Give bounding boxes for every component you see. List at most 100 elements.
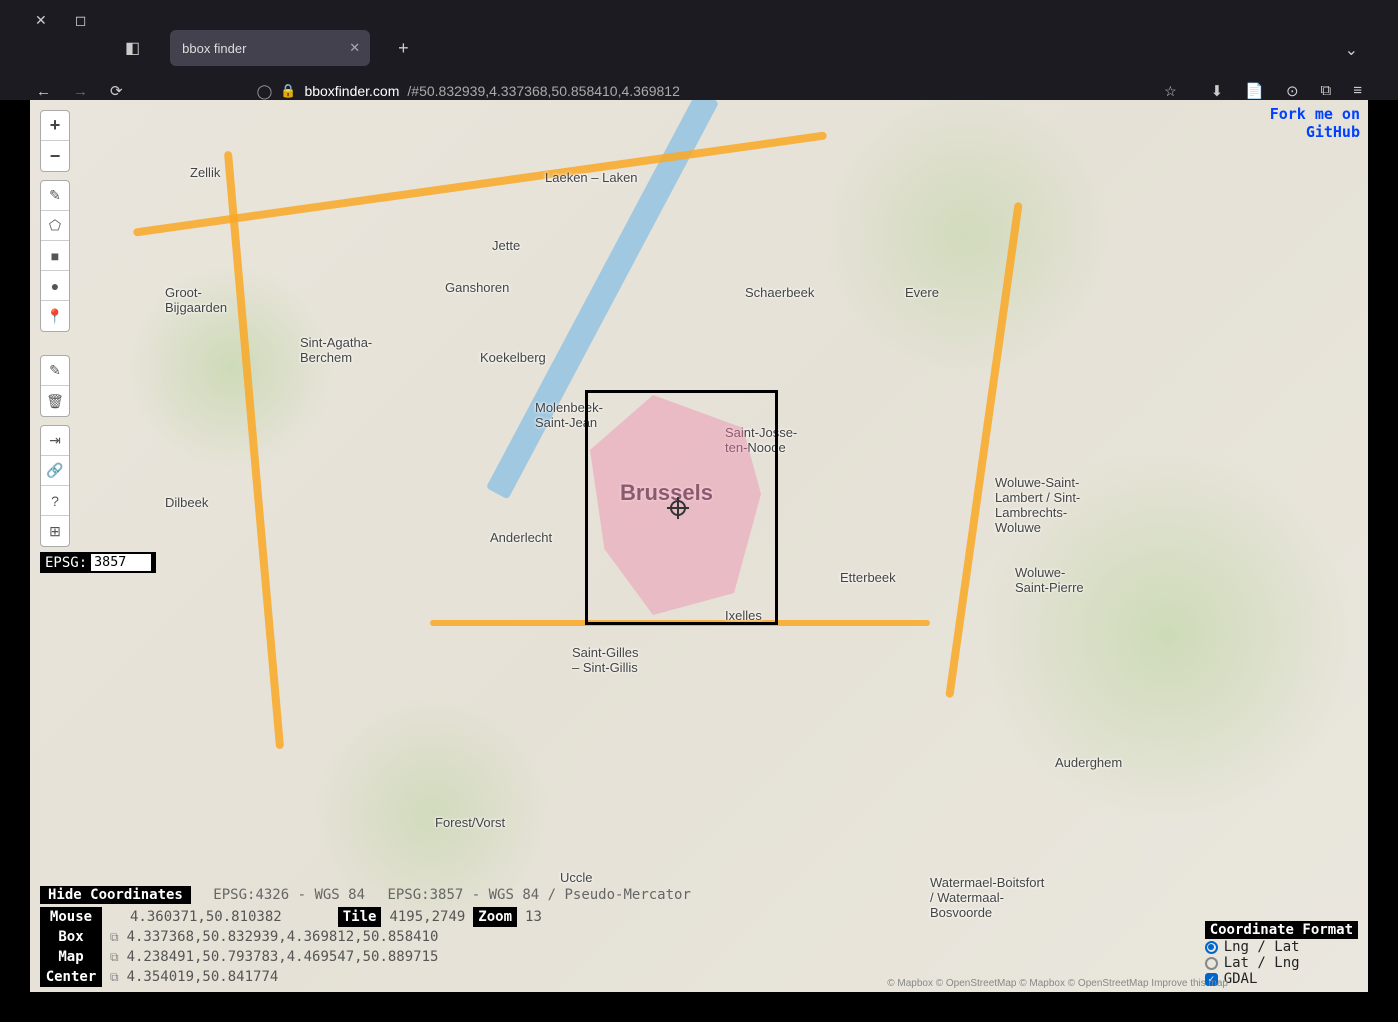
edit-layers-button[interactable]: ✎ [41,356,69,386]
city-label: Uccle [560,870,593,885]
box-row: Box ⧉ 4.337368,50.832939,4.369812,50.858… [40,927,691,947]
city-label: Saint-Gilles – Sint-Gillis [572,645,638,675]
city-label: Woluwe-Saint- Lambert / Sint- Lambrechts… [995,475,1080,535]
zoom-label: Zoom [473,907,517,927]
window-controls: ✕ ◻ [35,12,86,29]
map-container[interactable]: BrusselsJetteGanshorenKoekelbergMolenbee… [30,100,1368,992]
gdal-label: GDAL [1224,971,1258,987]
chevron-down-icon[interactable]: ⌄ [1345,40,1358,60]
reload-button[interactable]: ⟳ [110,82,123,100]
url-path: /#50.832939,4.337368,50.858410,4.369812 [407,83,680,99]
downloads-icon[interactable]: ⬇ [1211,82,1224,100]
coord-format-header: Coordinate Format [1205,921,1358,939]
forward-button: → [73,83,88,100]
center-crosshair-icon [670,500,686,516]
edit-toolbar: ✎ 🗑 [40,355,70,417]
zoom-control: + − [40,110,70,172]
city-label: Ganshoren [445,280,509,295]
draw-toolbar: ✎ ⬠ ■ ● 📍 [40,180,70,332]
tool-b-button[interactable]: 🔗 [41,456,69,486]
tool-a-button[interactable]: ⇥ [41,426,69,456]
road [945,202,1023,698]
tile-label: Tile [338,907,382,927]
epsg-input[interactable] [91,554,151,571]
city-label: Zellik [190,165,220,180]
fork-me-link[interactable]: Fork me on GitHub [1270,105,1360,141]
tab-close-icon[interactable]: ✕ [349,40,360,56]
city-label: Woluwe- Saint-Pierre [1015,565,1084,595]
puzzle-icon[interactable]: ⧉ [1321,82,1332,100]
city-label: Laeken – Laken [545,170,638,185]
tab-title: bbox finder [182,41,246,56]
box-value: 4.337368,50.832939,4.369812,50.858410 [127,927,439,947]
draw-circle-button[interactable]: ● [41,271,69,301]
back-button[interactable]: ← [36,83,51,100]
grid-button[interactable]: ⊞ [41,516,69,546]
bookmark-star-icon[interactable]: ☆ [1164,83,1177,100]
close-window-icon[interactable]: ✕ [35,12,47,29]
lnglat-label: Lng / Lat [1224,939,1300,955]
copy-icon[interactable]: ⧉ [110,947,119,967]
file-icon[interactable]: 📄 [1245,82,1264,100]
city-label: Watermael-Boitsfort / Watermaal- Bosvoor… [930,875,1044,920]
url-domain: bboxfinder.com [304,83,399,99]
city-label: Auderghem [1055,755,1122,770]
center-value: 4.354019,50.841774 [127,967,279,987]
mouse-row: Mouse 4.360371,50.810382 Tile 4195,2749 … [40,907,691,927]
city-label: Groot- Bijgaarden [165,285,227,315]
lock-icon[interactable]: 🔒 [280,83,296,99]
map-label: Map [40,947,102,967]
lnglat-option[interactable]: Lng / Lat [1205,939,1358,955]
copy-icon[interactable]: ⧉ [110,967,119,987]
center-row: Center ⧉ 4.354019,50.841774 [40,967,691,987]
epsg-input-group: EPSG: [40,552,156,573]
road [133,131,827,236]
zoom-out-button[interactable]: − [41,141,69,171]
zoom-in-button[interactable]: + [41,111,69,141]
map-value: 4.238491,50.793783,4.469547,50.889715 [127,947,439,967]
browser-tab[interactable]: bbox finder ✕ [170,30,370,66]
extra-toolbar: ⇥ 🔗 ? ⊞ [40,425,70,547]
help-button[interactable]: ? [41,486,69,516]
epsg-3857-label[interactable]: EPSG:3857 - WGS 84 / Pseudo-Mercator [387,887,690,903]
latlng-label: Lat / Lng [1224,955,1300,971]
city-label: Jette [492,238,520,253]
menu-icon[interactable]: ≡ [1353,82,1362,100]
shield-icon[interactable]: ◯ [257,83,273,100]
map-row: Map ⧉ 4.238491,50.793783,4.469547,50.889… [40,947,691,967]
draw-polygon-button[interactable]: ⬠ [41,211,69,241]
center-label: Center [40,967,102,987]
copy-icon[interactable]: ⧉ [110,927,119,947]
city-label: Forest/Vorst [435,815,505,830]
city-label: Sint-Agatha- Berchem [300,335,372,365]
latlng-option[interactable]: Lat / Lng [1205,955,1358,971]
city-label: Etterbeek [840,570,896,585]
radio-checked-icon [1205,941,1218,954]
map-attribution[interactable]: © Mapbox © OpenStreetMap © Mapbox © Open… [887,978,1228,989]
zoom-value: 13 [525,907,542,927]
draw-marker-button[interactable]: 📍 [41,301,69,331]
draw-rectangle-button[interactable]: ■ [41,241,69,271]
radio-unchecked-icon [1205,957,1218,970]
city-label: Anderlecht [490,530,552,545]
epsg-4326-label[interactable]: EPSG:4326 - WGS 84 [213,887,365,903]
browser-chrome: ✕ ◻ ◧ bbox finder ✕ + ⌄ ← → ⟳ ◯ 🔒 bboxfi… [0,0,1398,100]
sidebar-toggle-icon[interactable]: ◧ [125,38,140,58]
tab-bar: ◧ bbox finder ✕ + [125,30,409,66]
mouse-value: 4.360371,50.810382 [130,907,282,927]
box-label: Box [40,927,102,947]
toolbar-right: ⬇ 📄 ⊙ ⧉ ≡ [1211,82,1362,100]
draw-polyline-button[interactable]: ✎ [41,181,69,211]
url-bar[interactable]: ◯ 🔒 bboxfinder.com /#50.832939,4.337368,5… [245,83,1189,100]
new-tab-button[interactable]: + [398,38,409,59]
extension-icon[interactable]: ⊙ [1286,82,1299,100]
epsg-label: EPSG: [45,555,87,571]
city-label: Schaerbeek [745,285,814,300]
road [224,151,284,749]
hide-coords-button[interactable]: Hide Coordinates [40,886,191,904]
delete-layers-button[interactable]: 🗑 [41,386,69,416]
mouse-label: Mouse [40,907,102,927]
city-label: Dilbeek [165,495,208,510]
tile-value: 4195,2749 [389,907,465,927]
maximize-window-icon[interactable]: ◻ [75,12,87,29]
